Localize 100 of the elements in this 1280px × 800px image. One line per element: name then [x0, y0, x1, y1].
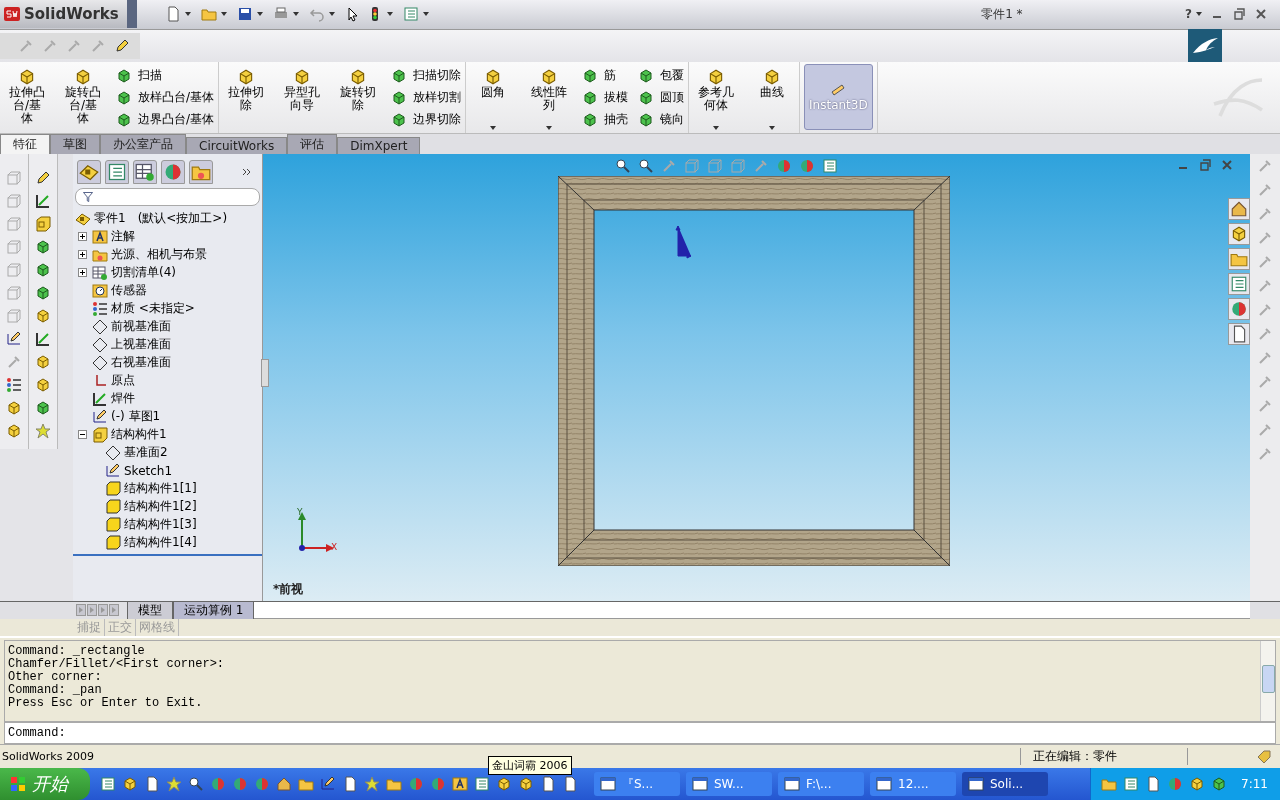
- sketch-icon[interactable]: [6, 330, 22, 347]
- cube-icon[interactable]: [122, 776, 138, 792]
- command-tab[interactable]: 办公室产品: [100, 133, 186, 154]
- ribbon-button[interactable]: 拔模: [582, 88, 629, 107]
- document-icon[interactable]: [1228, 322, 1250, 345]
- command-tab[interactable]: 特征: [0, 133, 50, 154]
- help-button[interactable]: ?: [1185, 7, 1192, 22]
- ribbon-button[interactable]: 曲线: [749, 63, 796, 132]
- nav-arrow-icon[interactable]: [98, 604, 108, 617]
- list-icon[interactable]: [105, 159, 129, 184]
- tree-item[interactable]: 前视基准面: [111, 318, 171, 336]
- list-icon[interactable]: [1123, 776, 1140, 792]
- pencil-icon[interactable]: [114, 37, 130, 54]
- scrollbar[interactable]: [1260, 641, 1275, 722]
- tree-item[interactable]: Sketch1: [124, 463, 173, 478]
- command-tab[interactable]: CircuitWorks: [186, 136, 288, 154]
- cube-icon[interactable]: [6, 399, 22, 416]
- caret-icon[interactable]: [328, 12, 335, 17]
- caret-icon[interactable]: [184, 12, 191, 17]
- tree-item[interactable]: 切割清单(4): [111, 264, 176, 282]
- ribbon-button[interactable]: 包覆: [638, 66, 685, 85]
- ribbon-button[interactable]: 圆顶: [638, 88, 685, 107]
- sparkle-icon[interactable]: [364, 776, 380, 792]
- caret-icon[interactable]: [256, 12, 263, 17]
- tree-item[interactable]: 基准面2: [124, 444, 168, 462]
- cube-icon[interactable]: [35, 284, 51, 301]
- cube-icon[interactable]: [1228, 222, 1250, 245]
- zoom-icon[interactable]: [615, 157, 631, 174]
- tree-item[interactable]: (-) 草图1: [111, 408, 161, 426]
- list-icon[interactable]: [100, 776, 116, 792]
- sketch-icon[interactable]: [320, 776, 336, 792]
- nav-arrow-icon[interactable]: [76, 604, 86, 617]
- caret-icon[interactable]: [292, 12, 299, 17]
- cube-icon[interactable]: [35, 399, 51, 416]
- taskbar-button[interactable]: SW...: [686, 772, 772, 796]
- sparkle-icon[interactable]: [35, 422, 51, 439]
- list-icon[interactable]: [822, 157, 838, 174]
- tree-item[interactable]: 光源、相机与布景: [111, 246, 207, 264]
- command-tab[interactable]: 评估: [287, 133, 338, 154]
- nav-arrow-icon[interactable]: [87, 604, 97, 617]
- folder-icon[interactable]: [298, 776, 314, 792]
- taskbar-button[interactable]: Soli...: [962, 772, 1048, 796]
- caret-icon[interactable]: [220, 12, 227, 17]
- cube-icon[interactable]: [35, 261, 51, 278]
- document-icon[interactable]: [562, 776, 578, 792]
- house-icon[interactable]: [276, 776, 292, 792]
- tag-icon[interactable]: [1256, 748, 1272, 765]
- document-icon[interactable]: [1145, 776, 1162, 792]
- panel-collapse-handle[interactable]: [261, 358, 269, 387]
- tree-item[interactable]: 结构构件1: [111, 426, 167, 444]
- list-icon[interactable]: [474, 776, 490, 792]
- logo[interactable]: SolidWorks: [0, 0, 127, 29]
- cube-icon[interactable]: [496, 776, 512, 792]
- bird-logo-icon[interactable]: [1188, 28, 1222, 63]
- folder-icon[interactable]: [1228, 247, 1250, 270]
- tree-item[interactable]: 材质 <未指定>: [111, 300, 195, 318]
- command-tab[interactable]: 草图: [50, 133, 100, 154]
- weldment-icon[interactable]: [35, 330, 51, 347]
- chevron-icon[interactable]: [242, 166, 252, 177]
- tree-item[interactable]: 注解: [111, 228, 135, 246]
- ribbon-button[interactable]: 拉伸凸台/基体: [4, 63, 50, 132]
- taskbar-button[interactable]: F:\...: [778, 772, 864, 796]
- filter-field[interactable]: [75, 187, 260, 206]
- menu-expand-button[interactable]: [126, 0, 137, 29]
- tree-item[interactable]: 焊件: [111, 390, 135, 408]
- house-icon[interactable]: [1228, 197, 1250, 220]
- caret-icon[interactable]: [546, 125, 553, 130]
- ribbon-button[interactable]: 边界切除: [391, 110, 462, 129]
- tree-item[interactable]: 结构构件1[4]: [124, 534, 197, 552]
- close-icon[interactable]: [1221, 158, 1233, 171]
- caret-icon[interactable]: [1196, 12, 1202, 17]
- caret-icon[interactable]: [386, 12, 393, 17]
- ribbon-button[interactable]: 放样切割: [391, 88, 462, 107]
- cube-icon[interactable]: [35, 376, 51, 393]
- ribbon-button[interactable]: 抽壳: [582, 110, 629, 129]
- expand-toggle-icon[interactable]: [77, 232, 87, 242]
- ribbon-button[interactable]: 旋转凸台/基体: [60, 63, 106, 132]
- folder-icon[interactable]: [386, 776, 402, 792]
- ribbon-button[interactable]: 边界凸台/基体: [116, 110, 215, 129]
- list-icon[interactable]: [1228, 272, 1250, 295]
- cube-icon[interactable]: [35, 353, 51, 370]
- cube-icon[interactable]: [1189, 776, 1206, 792]
- ribbon-button[interactable]: 筋: [582, 66, 629, 85]
- tree-item[interactable]: 结构构件1[2]: [124, 498, 197, 516]
- command-tab[interactable]: DimXpert: [337, 136, 421, 154]
- ribbon-button[interactable]: 异型孔向导: [279, 63, 326, 132]
- nav-arrow-icon[interactable]: [109, 604, 119, 617]
- document-icon[interactable]: [144, 776, 160, 792]
- ribbon-button[interactable]: 圆角: [470, 63, 517, 132]
- sparkle-icon[interactable]: [166, 776, 182, 792]
- taskbar-button[interactable]: 『S...: [594, 772, 680, 796]
- cube-icon[interactable]: [35, 238, 51, 255]
- caret-icon[interactable]: [490, 125, 497, 130]
- ribbon-button[interactable]: 放样凸台/基体: [116, 88, 215, 107]
- expand-toggle-icon[interactable]: [77, 250, 87, 260]
- material-icon[interactable]: [6, 376, 22, 393]
- part-icon[interactable]: [77, 159, 101, 184]
- document-icon[interactable]: [342, 776, 358, 792]
- ribbon-button[interactable]: 扫描切除: [391, 66, 462, 85]
- tree-item[interactable]: 上视基准面: [111, 336, 171, 354]
